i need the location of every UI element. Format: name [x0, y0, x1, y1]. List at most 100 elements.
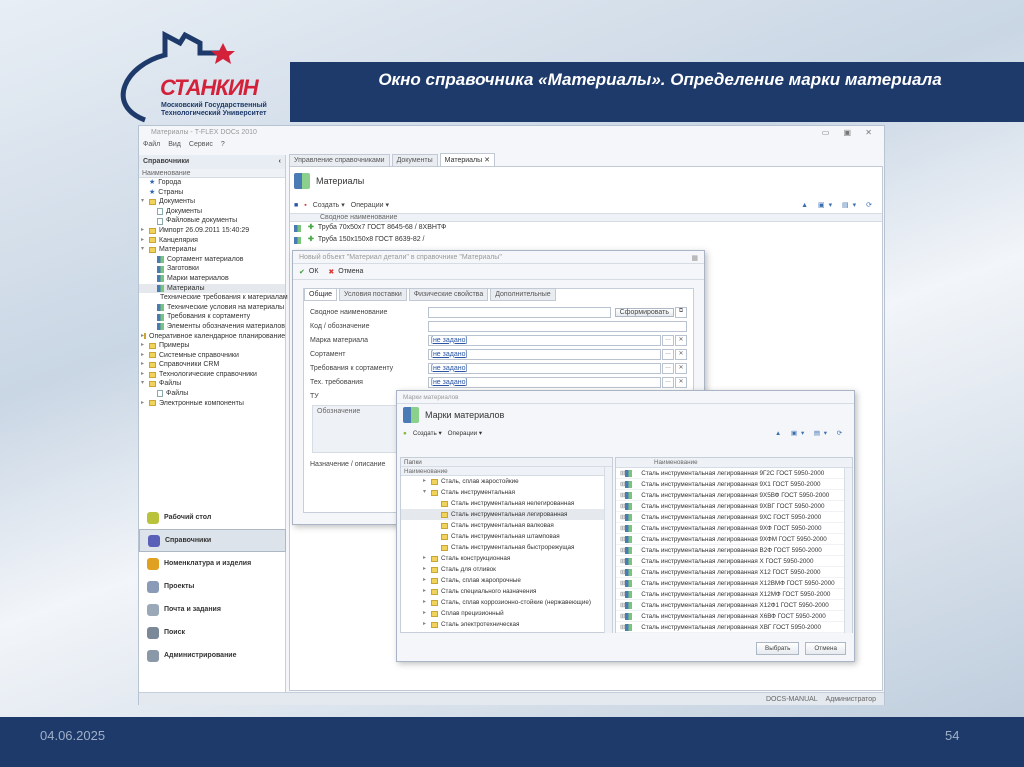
grade-row[interactable]: ⊞ Сталь инструментальная легированная ХВ… — [616, 622, 852, 633]
collapsed-arrow-icon[interactable]: ▸ — [423, 476, 431, 487]
collapsed-arrow-icon[interactable]: ▸ — [423, 608, 431, 619]
create-button[interactable]: Создать ▾ — [313, 201, 345, 209]
tree-item[interactable]: Документы — [139, 207, 285, 217]
table-row[interactable]: ✚ Труба 70x50x7 ГОСТ 8645-68 / 8ХВНТФ — [290, 222, 882, 234]
collapsed-arrow-icon[interactable]: ▸ — [423, 564, 431, 575]
clear-button[interactable]: ✕ — [675, 348, 687, 360]
tab-1[interactable]: Документы — [391, 154, 438, 166]
field-input[interactable]: [не задано] — [428, 362, 661, 374]
tree-item[interactable]: ▸ Электронные компоненты — [139, 399, 285, 409]
grade-row[interactable]: ⊞ Сталь инструментальная легированная Х1… — [616, 600, 852, 611]
tree-item[interactable]: Элементы обозначения материалов — [139, 322, 285, 332]
grade-row[interactable]: ⊞ Сталь инструментальная легированная 9Г… — [616, 468, 852, 479]
collapsed-arrow-icon[interactable]: ▸ — [141, 341, 149, 351]
nav-button[interactable]: Номенклатура и изделия — [139, 552, 286, 575]
grade-row[interactable]: ⊞ Сталь инструментальная легированная 9Х… — [616, 523, 852, 534]
grade-row[interactable]: ⊞ Сталь инструментальная легированная 9Х… — [616, 479, 852, 490]
cancel-button[interactable]: Отмена — [338, 268, 363, 275]
collapsed-arrow-icon[interactable]: ▸ — [141, 399, 149, 409]
folder-item[interactable]: Сталь инструментальная быстрорежущая — [401, 542, 612, 553]
tab-close-icon[interactable]: ✕ — [482, 157, 490, 164]
window-controls[interactable]: ▭ ▣ ✕ — [822, 128, 878, 137]
expanded-arrow-icon[interactable]: ▾ — [141, 197, 149, 207]
tree-item[interactable]: ▸ Оперативное календарное планирование — [139, 332, 285, 342]
collapsed-arrow-icon[interactable]: ▸ — [141, 370, 149, 380]
folder-item[interactable]: ▸ Сталь, сплав жаропрочные — [401, 575, 612, 586]
tree-item[interactable]: Файловые документы — [139, 216, 285, 226]
collapsed-arrow-icon[interactable]: ▸ — [141, 226, 149, 236]
select-button[interactable]: Выбрать — [756, 642, 800, 655]
folder-item[interactable]: Сталь инструментальная штамповая — [401, 531, 612, 542]
tree-item[interactable]: ▸ Канцелярия — [139, 236, 285, 246]
tree-item[interactable]: ▾ Файлы — [139, 379, 285, 389]
folder-item[interactable]: ▸ Сталь, сплав коррозионно-стойкие (нержа… — [401, 597, 612, 608]
tree-item[interactable]: ▸ Импорт 26.09.2011 15:40:29 — [139, 226, 285, 236]
grade-row[interactable]: ⊞ Сталь инструментальная легированная В2… — [616, 545, 852, 556]
collapse-button[interactable]: ‹ — [279, 158, 281, 166]
tree-item[interactable]: Заготовки — [139, 264, 285, 274]
nav-button[interactable]: Администрирование — [139, 644, 286, 667]
tree-item[interactable]: Материалы — [139, 283, 285, 294]
folder-add-icon[interactable]: ● — [403, 430, 407, 437]
dialog-tab[interactable]: Дополнительные — [490, 288, 556, 301]
clear-button[interactable]: ✕ — [675, 362, 687, 374]
folder-item[interactable]: ▸ Сталь, сплав жаростойкие — [401, 476, 612, 487]
folder-item[interactable]: Сталь инструментальная легированная — [401, 509, 612, 520]
nav-button[interactable]: Справочники — [139, 529, 286, 552]
clear-button[interactable]: ✕ — [675, 334, 687, 346]
collapsed-arrow-icon[interactable]: ▸ — [141, 360, 149, 370]
folder-item[interactable]: Сталь инструментальная нелегированная — [401, 498, 612, 509]
tree-item[interactable]: ★ Города — [139, 178, 285, 188]
collapsed-arrow-icon[interactable]: ▸ — [141, 236, 149, 246]
grade-row[interactable]: ⊞ Сталь инструментальная легированная Х1… — [616, 578, 852, 589]
tree-item[interactable]: ▸ Системные справочники — [139, 351, 285, 361]
operations-button[interactable]: Операции ▾ — [448, 430, 482, 437]
folder-item[interactable]: ▸ Сталь для отливок — [401, 564, 612, 575]
delete-icon[interactable]: ▪ — [304, 202, 306, 209]
dialog-close[interactable]: ▦ — [691, 254, 698, 262]
dialog-tab[interactable]: Условия поставки — [339, 288, 407, 301]
collapsed-arrow-icon[interactable]: ▸ — [423, 575, 431, 586]
tree-item[interactable]: Технические условия на материалы — [139, 303, 285, 313]
copy-icon[interactable]: ⧉ — [675, 306, 687, 318]
expanded-arrow-icon[interactable]: ▾ — [141, 245, 149, 255]
view-toolbar[interactable]: ▲ ▣▾ ▤▾ ⟳ — [801, 201, 876, 209]
dialog-tab[interactable]: Физические свойства — [408, 288, 489, 301]
tree-item[interactable]: ★ Страны — [139, 188, 285, 198]
grade-row[interactable]: ⊞ Сталь инструментальная легированная 9Х… — [616, 501, 852, 512]
field-input[interactable] — [428, 306, 611, 318]
grade-row[interactable]: ⊞ Сталь инструментальная легированная Х1… — [616, 589, 852, 600]
field-input[interactable]: [не задано] — [428, 376, 661, 388]
save-icon[interactable]: ■ — [294, 202, 298, 209]
field-input[interactable]: [не задано] — [428, 334, 661, 346]
tree-item[interactable]: ▸ Технологические справочники — [139, 370, 285, 380]
menu-item[interactable]: Файл — [143, 141, 160, 148]
view-toolbar[interactable]: ▲ ▣▾ ▤▾ ⟳ — [775, 430, 846, 437]
nav-button[interactable]: Поиск — [139, 621, 286, 644]
folder-item[interactable]: ▸ Сталь электротехническая — [401, 619, 612, 630]
collapsed-arrow-icon[interactable]: ▸ — [141, 351, 149, 361]
grade-row[interactable]: ⊞ Сталь инструментальная легированная Х … — [616, 556, 852, 567]
collapsed-arrow-icon[interactable]: ▸ — [423, 586, 431, 597]
folder-item[interactable]: Сталь инструментальная валковая — [401, 520, 612, 531]
nav-button[interactable]: Проекты — [139, 575, 286, 598]
tree-item[interactable]: ▾ Документы — [139, 197, 285, 207]
menu-item[interactable]: Вид — [168, 141, 181, 148]
browse-button[interactable]: … — [662, 362, 674, 374]
tree-item[interactable]: Файлы — [139, 389, 285, 399]
operations-button[interactable]: Операции ▾ — [351, 201, 389, 209]
expanded-arrow-icon[interactable]: ▾ — [141, 379, 149, 389]
tab-0[interactable]: Управление справочниками — [289, 154, 390, 166]
menu-item[interactable]: ? — [221, 141, 225, 148]
folders-scrollbar[interactable] — [604, 467, 612, 633]
browse-button[interactable]: … — [662, 348, 674, 360]
collapsed-arrow-icon[interactable]: ▸ — [423, 553, 431, 564]
grade-row[interactable]: ⊞ Сталь инструментальная легированная 9Х… — [616, 534, 852, 545]
tree-item[interactable]: Сортамент материалов — [139, 255, 285, 265]
collapsed-arrow-icon[interactable]: ▸ — [423, 597, 431, 608]
grade-row[interactable]: ⊞ Сталь инструментальная легированная 9Х… — [616, 512, 852, 523]
tree-item[interactable]: Требования к сортаменту — [139, 312, 285, 322]
tree-item[interactable]: ▾ Материалы — [139, 245, 285, 255]
browse-button[interactable]: … — [662, 334, 674, 346]
field-input[interactable]: [не задано] — [428, 348, 661, 360]
